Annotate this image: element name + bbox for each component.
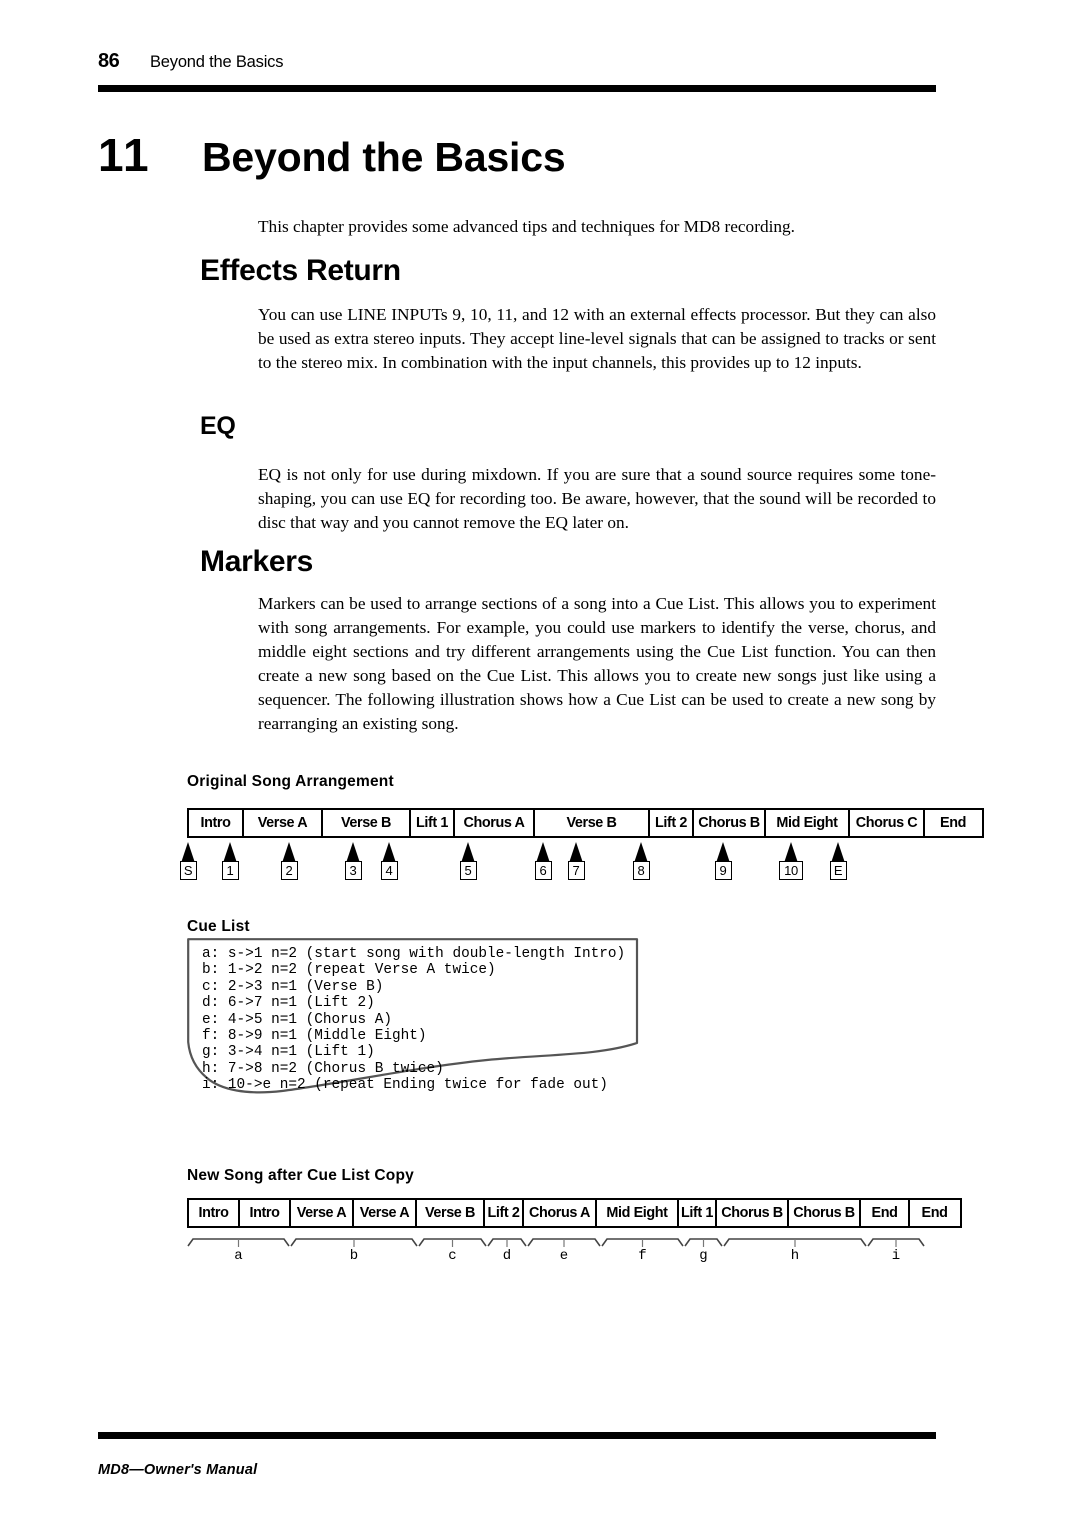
cue-list-line: f: 8->9 n=1 (Middle Eight): [202, 1028, 427, 1045]
timeline-segment: Chorus B: [789, 1200, 861, 1226]
cue-list-entries: a: s->1 n=2 (start song with double-leng…: [202, 946, 625, 1094]
running-header-title: Beyond the Basics: [150, 53, 284, 71]
timeline-segment: Intro: [189, 1200, 240, 1226]
timeline-segment: Lift 1: [679, 1200, 717, 1226]
section-body-markers: Markers can be used to arrange sections …: [258, 594, 936, 733]
marker-label-box: 1: [221, 861, 239, 880]
section-heading-markers: Markers: [200, 545, 313, 578]
marker-arrow-icon: [831, 842, 845, 863]
cue-list-line: h: 7->8 n=2 (Chorus B twice): [202, 1060, 444, 1077]
brace-label: c: [448, 1248, 457, 1264]
marker-arrow-icon: [536, 842, 550, 863]
marker-arrow-icon: [784, 842, 798, 863]
marker-label-box: 4: [380, 861, 398, 880]
cue-list-line: d: 6->7 n=1 (Lift 2): [202, 995, 375, 1012]
marker-arrow-icon: [716, 842, 730, 863]
cue-list-line: i: 10->e n=2 (repeat Ending twice for fa…: [202, 1077, 608, 1094]
marker-label-box: S: [179, 861, 197, 880]
footer-rule: [98, 1432, 936, 1439]
timeline-segment: Lift 2: [650, 810, 694, 836]
page-title: 11 Beyond the Basics: [98, 132, 938, 178]
marker-label-box: 5: [459, 861, 477, 880]
timeline-segment: End: [921, 1205, 948, 1221]
header-rule: [98, 85, 936, 92]
timeline-segment: End: [861, 1200, 910, 1226]
brace-label: f: [638, 1248, 647, 1264]
cue-list-line: a: s->1 n=2 (start song with double-leng…: [202, 946, 626, 962]
timeline-original-song: Intro Verse A Verse B Lift 1 Chorus A Verse B…: [187, 808, 984, 838]
timeline-segment: Chorus A: [455, 810, 535, 836]
marker-arrow-icon: [181, 842, 195, 863]
timeline-segment: Verse B: [535, 810, 650, 836]
brace-label: e: [559, 1248, 569, 1264]
cue-list-panel: a: s->1 n=2 (start song with double-leng…: [187, 938, 639, 1126]
cue-list-line: b: 1->2 n=2 (repeat Verse A twice): [202, 962, 496, 979]
footer-text: MD8—Owner's Manual: [98, 1462, 258, 1478]
marker-arrow-icon: [346, 842, 360, 863]
brace-group-icon: [187, 1238, 925, 1247]
timeline-segment: Verse A: [354, 1200, 417, 1226]
page-header: 86 Beyond the Basics: [98, 50, 936, 90]
section-body-effects-return: You can use LINE INPUTs 9, 10, 11, and 1…: [258, 305, 936, 372]
timeline-segment: Verse A: [291, 1200, 354, 1226]
marker-label-box: 6: [534, 861, 552, 880]
brace-label: h: [790, 1248, 800, 1264]
marker-arrow-icon: [223, 842, 237, 863]
chapter-number: 11: [98, 129, 151, 181]
timeline-segment: Intro: [189, 810, 244, 836]
marker-arrow-icon: [634, 842, 648, 863]
figure-caption-new-song: New Song after Cue List Copy: [187, 1167, 414, 1184]
section-heading-effects-return: Effects Return: [200, 254, 401, 287]
timeline-segment: Intro: [240, 1200, 291, 1226]
timeline-segment: Chorus A: [524, 1200, 597, 1226]
marker-label-box: 8: [632, 861, 650, 880]
timeline-segment: Lift 1: [411, 810, 455, 836]
marker-label-box: 10: [779, 861, 803, 880]
brace-label: b: [349, 1248, 359, 1264]
section-body-eq: EQ is not only for use during mixdown. I…: [258, 465, 936, 532]
brace-label: a: [234, 1248, 243, 1264]
timeline-segment: Chorus B: [694, 810, 766, 836]
timeline-segment: Verse A: [244, 810, 323, 836]
marker-label-box: 7: [567, 861, 585, 880]
chapter-name: Beyond the Basics: [202, 134, 566, 180]
chapter-intro-paragraph: This chapter provides some advanced tips…: [258, 217, 796, 236]
marker-arrow-icon: [461, 842, 475, 863]
figure-caption-cue-list: Cue List: [187, 918, 250, 935]
timeline-segment: End: [940, 815, 966, 831]
timeline-segment: Mid Eight: [766, 810, 850, 836]
timeline-segment: Chorus B: [717, 1200, 789, 1226]
timeline-segment: Verse B: [323, 810, 411, 836]
figure-caption-original-song: Original Song Arrangement: [187, 773, 394, 790]
marker-arrow-icon: [282, 842, 296, 863]
timeline-new-song: Intro Intro Verse A Verse A Verse B Lift 2 Cho…: [187, 1198, 962, 1228]
brace-label: d: [502, 1248, 512, 1264]
marker-label-box: E: [829, 861, 847, 880]
cue-list-line: e: 4->5 n=1 (Chorus A): [202, 1011, 392, 1028]
timeline-segment: Lift 2: [485, 1200, 524, 1226]
marker-label-box: 9: [714, 861, 732, 880]
marker-label-box: 2: [280, 861, 298, 880]
brace-label: g: [699, 1248, 708, 1264]
section-heading-eq: EQ: [200, 412, 236, 440]
cue-list-line: c: 2->3 n=1 (Verse B): [202, 978, 384, 995]
timeline-segment: Verse B: [417, 1200, 485, 1226]
page-number: 86: [98, 50, 120, 72]
timeline-segment: Mid Eight: [597, 1200, 679, 1226]
marker-label-box: 3: [344, 861, 362, 880]
timeline-segment: Chorus C: [850, 810, 925, 836]
marker-arrow-icon: [569, 842, 583, 863]
cue-list-line: g: 3->4 n=1 (Lift 1): [202, 1044, 375, 1061]
marker-arrow-icon: [382, 842, 396, 863]
brace-label: i: [891, 1248, 901, 1264]
